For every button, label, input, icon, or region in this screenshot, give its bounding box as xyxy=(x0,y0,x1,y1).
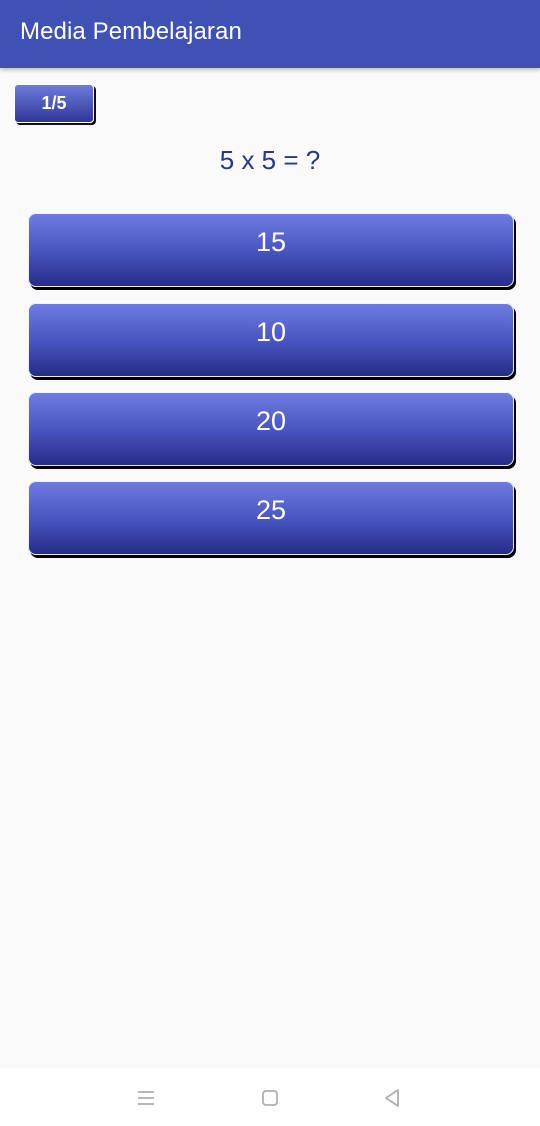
answer-button-4[interactable]: 25 xyxy=(28,481,514,555)
app-title: Media Pembelajaran xyxy=(20,18,242,45)
answer-button-2[interactable]: 10 xyxy=(28,303,514,377)
menu-icon[interactable] xyxy=(134,1086,158,1110)
question-text: 5 x 5 = ? xyxy=(219,145,321,175)
app-screen: Media Pembelajaran 1/5 5 x 5 = ? 15 10 2… xyxy=(0,0,540,1126)
back-icon[interactable] xyxy=(380,1086,404,1110)
answer-button-3[interactable]: 20 xyxy=(28,392,514,466)
app-bar: Media Pembelajaran xyxy=(0,0,540,68)
question-counter: 1/5 xyxy=(14,84,94,123)
home-icon[interactable] xyxy=(258,1086,282,1110)
system-navigation-bar xyxy=(0,1068,540,1126)
answer-button-1[interactable]: 15 xyxy=(28,213,514,287)
